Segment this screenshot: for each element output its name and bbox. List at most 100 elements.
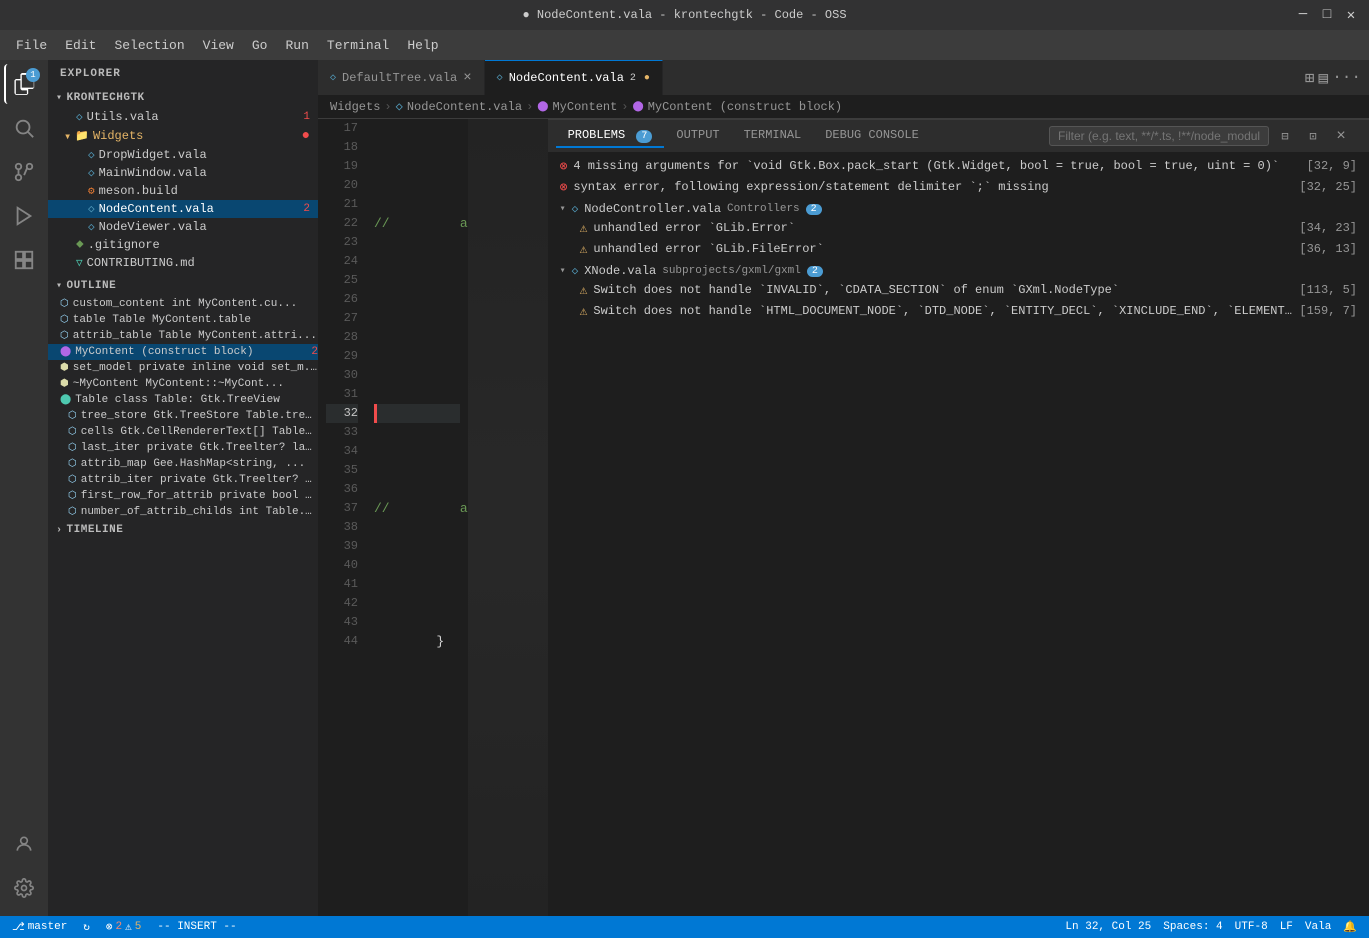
close-button[interactable]: ✕ [1343, 7, 1359, 23]
outline-cells[interactable]: ⬡ cells Gtk.CellRendererText[] Table.c..… [48, 424, 318, 440]
menu-run[interactable]: Run [277, 34, 316, 57]
bottom-panel: PROBLEMS 7 OUTPUT TERMINAL DEBUG CONSOLE [548, 119, 1369, 319]
sidebar: EXPLORER ▾ KRONTECHGTK ◇ Utils.vala 1 ▾ … [48, 60, 318, 916]
status-mode[interactable]: -- INSERT -- [153, 916, 240, 938]
tab-label: NodeContent.vala [509, 71, 624, 85]
count-badge: 2 [806, 204, 822, 215]
activity-explorer[interactable]: 1 [4, 64, 44, 104]
warn-item-2[interactable]: ⚠ unhandled error `GLib.FileError` [36, … [556, 239, 1361, 260]
status-language[interactable]: Vala [1301, 916, 1335, 938]
breadcrumb-mycontent[interactable]: MyContent [552, 100, 617, 114]
field-icon: ⬡ [60, 330, 69, 342]
split-editor-icon[interactable]: ⊞ [1305, 68, 1315, 88]
layout-icon[interactable]: ▤ [1319, 68, 1329, 88]
status-bell[interactable]: 🔔 [1339, 916, 1361, 938]
status-errors[interactable]: ⊗ 2 ⚠ 5 [102, 916, 145, 938]
outline-tree-store[interactable]: ⬡ tree_store Gtk.TreeStore Table.tre... [48, 408, 318, 424]
outline-table-class[interactable]: ⬤ Table class Table: Gtk.TreeView [48, 392, 318, 408]
sidebar-item-nodecontent[interactable]: ◇ NodeContent.vala 2 [48, 200, 318, 218]
error-location: [159, 7] [1299, 304, 1357, 318]
breadcrumb-widgets[interactable]: Widgets [330, 100, 380, 114]
file-path: subprojects/gxml/gxml [662, 265, 801, 277]
breadcrumb-construct[interactable]: MyContent (construct block) [648, 100, 842, 114]
maximize-button[interactable]: □ [1319, 7, 1335, 23]
activity-run[interactable] [4, 196, 44, 236]
code-content[interactable]: attrib_scroll.add(attrib_table); attrib_… [366, 119, 468, 916]
status-sync[interactable]: ↻ [79, 916, 94, 938]
file-group-xnode[interactable]: ▾ ◇ XNode.vala subprojects/gxml/gxml 2 [556, 260, 1361, 280]
breadcrumb-nodecontent[interactable]: NodeContent.vala [407, 100, 522, 114]
outline-destructor[interactable]: ⬢ ~MyContent MyContent::~MyCont... [48, 376, 318, 392]
outline-last-iter[interactable]: ⬡ last_iter private Gtk.Treelter? last_i… [48, 440, 318, 456]
panel-tab-debug[interactable]: DEBUG CONSOLE [813, 124, 931, 148]
sidebar-item-widgets[interactable]: ▾ 📁 Widgets ● [48, 126, 318, 146]
tab-bar: ◇ DefaultTree.vala × ◇ NodeContent.vala … [318, 60, 1369, 95]
field-icon: ⬡ [68, 458, 77, 470]
menu-view[interactable]: View [195, 34, 242, 57]
outline-custom-content[interactable]: ⬡ custom_content int MyContent.cu... [48, 296, 318, 312]
spaces-label: Spaces: 4 [1163, 921, 1222, 933]
sidebar-item-mesonbuild[interactable]: ⚙ meson.build [48, 182, 318, 200]
file-path: Controllers [727, 203, 800, 215]
code-editor[interactable]: 17 18 19 20 21 22 23 24 25 26 27 28 29 3… [318, 119, 548, 916]
panel-tab-terminal[interactable]: TERMINAL [732, 124, 814, 148]
status-branch[interactable]: ⎇ master [8, 916, 71, 938]
sidebar-section-timeline[interactable]: › TIMELINE [48, 520, 318, 540]
panel-tab-output[interactable]: OUTPUT [664, 124, 731, 148]
activity-search[interactable] [4, 108, 44, 148]
chevron-icon: ▾ [560, 265, 566, 277]
sidebar-item-gitignore[interactable]: ⬥ .gitignore [48, 236, 318, 254]
warn-item-1[interactable]: ⚠ unhandled error `GLib.Error` [34, 23] [556, 218, 1361, 239]
outline-attrib-iter[interactable]: ⬡ attrib_iter private Gtk.Treelter? attr… [48, 472, 318, 488]
outline-table[interactable]: ⬡ table Table MyContent.table [48, 312, 318, 328]
warn-item-3[interactable]: ⚠ Switch does not handle `INVALID`, `CDA… [556, 280, 1361, 301]
code-line-22: // attrib_table... [374, 214, 460, 233]
outline-attrib-table[interactable]: ⬡ attrib_table Table MyContent.attri... [48, 328, 318, 344]
status-line-ending[interactable]: LF [1276, 916, 1297, 938]
sidebar-item-utils[interactable]: ◇ Utils.vala 1 [48, 108, 318, 126]
error-icon: ⊗ [560, 159, 568, 174]
status-position[interactable]: Ln 32, Col 25 [1061, 916, 1155, 938]
filter-input[interactable] [1049, 126, 1269, 146]
activity-bar: 1 [0, 60, 48, 916]
sidebar-item-contributing[interactable]: ▽ CONTRIBUTING.md [48, 254, 318, 272]
menu-go[interactable]: Go [244, 34, 276, 57]
minimize-button[interactable]: ─ [1295, 7, 1311, 23]
menu-selection[interactable]: Selection [106, 34, 192, 57]
outline-mycontent-construct[interactable]: ⬤MyContent (construct block) 2 [48, 344, 318, 360]
sidebar-item-dropwidget[interactable]: ◇ DropWidget.vala [48, 146, 318, 164]
status-spaces[interactable]: Spaces: 4 [1159, 916, 1226, 938]
filter-icon[interactable]: ⊟ [1273, 124, 1297, 148]
outline-number-childs[interactable]: ⬡ number_of_attrib_childs int Table... [48, 504, 318, 516]
warn-item-4[interactable]: ⚠ Switch does not handle `HTML_DOCUMENT_… [556, 301, 1361, 319]
panel-tab-problems[interactable]: PROBLEMS 7 [556, 124, 665, 148]
outline-attrib-map[interactable]: ⬡ attrib_map Gee.HashMap<string, ... [48, 456, 318, 472]
status-encoding[interactable]: UTF-8 [1231, 916, 1272, 938]
sidebar-item-nodeviewer[interactable]: ◇ NodeViewer.vala [48, 218, 318, 236]
menu-help[interactable]: Help [399, 34, 446, 57]
more-actions-icon[interactable]: ··· [1332, 68, 1361, 88]
tab-defaulttree[interactable]: ◇ DefaultTree.vala × [318, 60, 485, 95]
warning-icon: ⚠ [125, 920, 132, 934]
file-group-nodecontroller[interactable]: ▾ ◇ NodeController.vala Controllers 2 [556, 198, 1361, 218]
wrap-icon[interactable]: ⊡ [1301, 124, 1325, 148]
panel-close-button[interactable]: × [1329, 124, 1353, 148]
sidebar-section-outline[interactable]: ▾ OUTLINE [48, 276, 318, 296]
breadcrumb-sep1: › [384, 100, 391, 114]
error-item-1[interactable]: ⊗ 4 missing arguments for `void Gtk.Box.… [556, 156, 1361, 177]
sidebar-item-mainwindow[interactable]: ◇ MainWindow.vala [48, 164, 318, 182]
activity-accounts[interactable] [4, 824, 44, 864]
menu-file[interactable]: File [8, 34, 55, 57]
activity-extensions[interactable] [4, 240, 44, 280]
tab-nodecontent[interactable]: ◇ NodeContent.vala 2 ● [485, 60, 663, 95]
error-icon: ⊗ [106, 920, 113, 934]
outline-first-row[interactable]: ⬡ first_row_for_attrib private bool fi..… [48, 488, 318, 504]
tab-close[interactable]: × [463, 70, 471, 86]
menu-edit[interactable]: Edit [57, 34, 104, 57]
error-item-2[interactable]: ⊗ syntax error, following expression/sta… [556, 177, 1361, 198]
sidebar-section-krontechgtk[interactable]: ▾ KRONTECHGTK [48, 88, 318, 108]
menu-terminal[interactable]: Terminal [319, 34, 397, 57]
outline-set-model[interactable]: ⬢ set_model private inline void set_m... [48, 360, 318, 376]
activity-source-control[interactable] [4, 152, 44, 192]
activity-settings[interactable] [4, 868, 44, 908]
